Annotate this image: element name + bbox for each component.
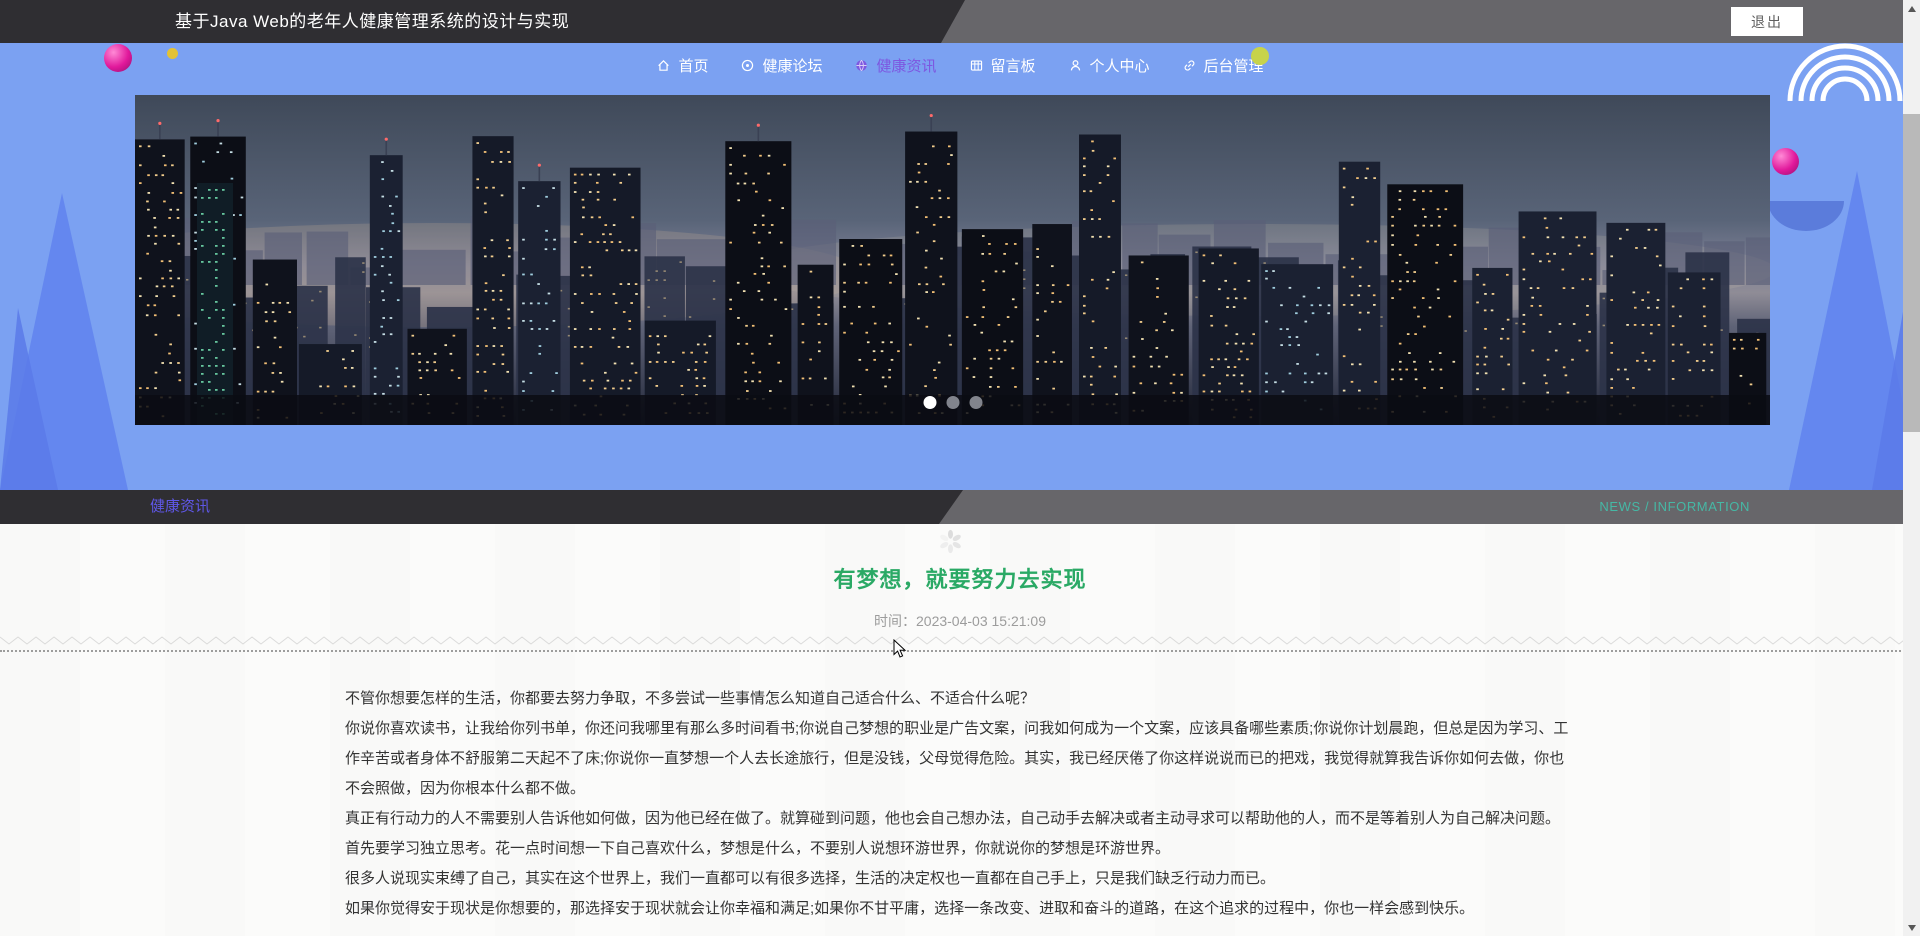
section-banner-title: 健康资讯 bbox=[150, 498, 211, 515]
article-paragraph: 真正有行动力的人不需要别人告诉他如何做，因为他已经在做了。就算碰到问题，他也会自… bbox=[345, 810, 1561, 827]
nav-item-home[interactable]: 首页 bbox=[656, 55, 708, 76]
article-paragraph: 首先要学习独立思考。花一点时间想一下自己喜欢什么，梦想是什么，不要别人说想环游世… bbox=[345, 840, 1171, 857]
user-icon bbox=[1068, 58, 1083, 73]
article-time: 时间：2023-04-03 15:21:09 bbox=[874, 613, 1046, 629]
home-icon bbox=[656, 58, 671, 73]
nav-item-label: 健康论坛 bbox=[762, 58, 823, 75]
nav-item-news[interactable]: 健康资讯 bbox=[854, 55, 937, 76]
scrollbar-thumb[interactable] bbox=[1903, 114, 1920, 432]
zigzag-divider-decoration bbox=[0, 636, 1918, 645]
carousel-dot-2[interactable] bbox=[946, 396, 959, 409]
nav-item-profile[interactable]: 个人中心 bbox=[1068, 55, 1150, 76]
link-icon bbox=[1182, 58, 1197, 73]
nav-item-label: 留言板 bbox=[990, 58, 1036, 75]
triangle-down-icon bbox=[1907, 924, 1916, 931]
loading-spinner-icon bbox=[940, 529, 961, 554]
scrollbar[interactable] bbox=[1903, 0, 1920, 936]
hero-section: 首页 健康论坛 健康资讯 留言板 个人中心 后台管理 bbox=[0, 43, 1920, 490]
article-paragraph: 你说你喜欢读书，让我给你列书单，你还问我哪里有那么多时间看书;你说自己梦想的职业… bbox=[345, 720, 1569, 797]
scrollbar-down-button[interactable] bbox=[1903, 919, 1920, 936]
pink-ball-right-decoration bbox=[1772, 148, 1799, 175]
board-icon bbox=[969, 58, 984, 73]
article-paragraph: 很多人说现实束缚了自己，其实在这个世界上，我们一直都可以有很多选择，生活的决定权… bbox=[345, 870, 1276, 887]
section-banner-subtitle: NEWS / INFORMATION bbox=[1599, 499, 1750, 514]
triangle-up-icon bbox=[1907, 5, 1916, 12]
article-title: 有梦想，就要努力去实现 bbox=[833, 567, 1087, 592]
main-nav: 首页 健康论坛 健康资讯 留言板 个人中心 后台管理 bbox=[0, 43, 1920, 88]
page-title: 基于Java Web的老年人健康管理系统的设计与实现 bbox=[175, 12, 570, 31]
article-body: 不管你想要怎样的生活，你都要去努力争取，不多尝试一些事情怎么知道自己适合什么、不… bbox=[345, 684, 1577, 924]
screen: 首页 健康论坛 健康资讯 留言板 个人中心 后台管理 健康资讯 NEWS / INFORM… bbox=[0, 0, 1920, 936]
dotted-divider bbox=[0, 650, 1920, 652]
nav-item-label: 健康资讯 bbox=[876, 58, 937, 75]
logout-button[interactable]: 退出 bbox=[1731, 7, 1803, 36]
news-icon bbox=[854, 58, 869, 73]
scrollbar-up-button[interactable] bbox=[1903, 0, 1920, 17]
nav-item-label: 首页 bbox=[678, 58, 709, 75]
forum-icon bbox=[740, 58, 755, 73]
section-banner: 健康资讯 NEWS / INFORMATION bbox=[0, 490, 1920, 524]
article-paragraph: 如果你觉得安于现状是你想要的，那选择安于现状就会让你幸福和满足;如果你不甘平庸，… bbox=[345, 900, 1475, 917]
green-dot-decoration bbox=[1251, 47, 1269, 65]
carousel[interactable] bbox=[135, 95, 1770, 425]
carousel-dots bbox=[923, 396, 982, 409]
carousel-slide-image bbox=[135, 95, 1770, 425]
mouse-cursor-icon bbox=[893, 639, 907, 658]
nav-item-forum[interactable]: 健康论坛 bbox=[740, 55, 822, 76]
carousel-dot-3[interactable] bbox=[969, 396, 982, 409]
nav-item-label: 个人中心 bbox=[1089, 58, 1150, 75]
nav-item-board[interactable]: 留言板 bbox=[969, 55, 1036, 76]
top-bar: 基于Java Web的老年人健康管理系统的设计与实现 退出 bbox=[0, 0, 1920, 43]
carousel-dot-1[interactable] bbox=[923, 396, 936, 409]
article-paragraph: 不管你想要怎样的生活，你都要去努力争取，不多尝试一些事情怎么知道自己适合什么、不… bbox=[345, 690, 1036, 707]
